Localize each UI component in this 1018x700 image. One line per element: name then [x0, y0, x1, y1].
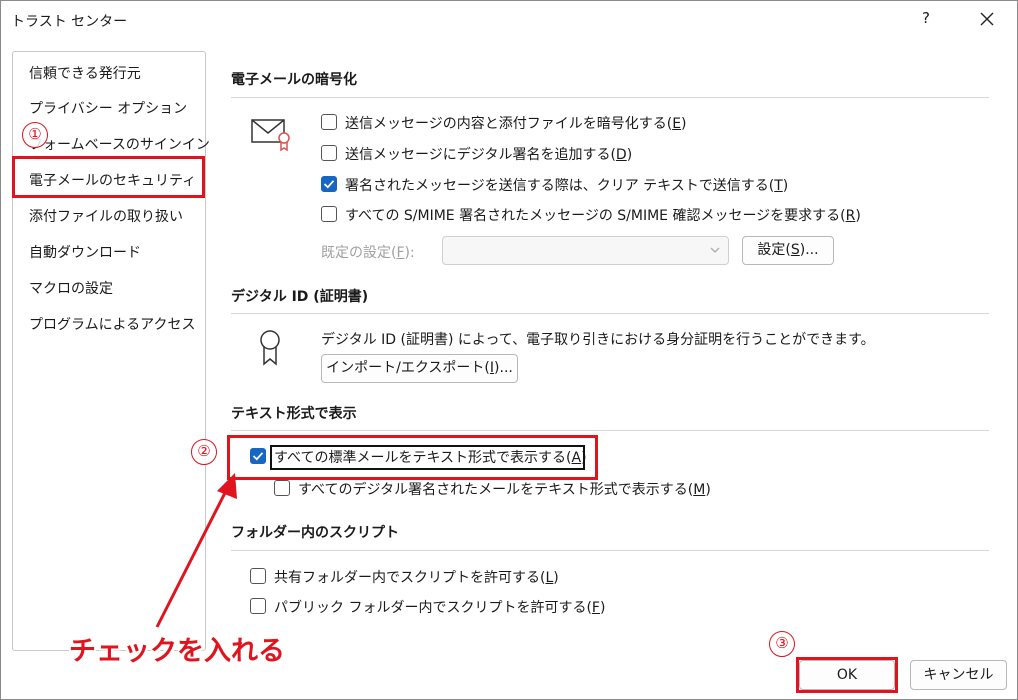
- red-arrow-icon: [155, 473, 237, 628]
- encryption-divider: [231, 97, 989, 98]
- encrypt-contents-label: 送信メッセージの内容と添付ファイルを暗号化する(E): [345, 116, 687, 132]
- default-setting-select[interactable]: [442, 236, 729, 265]
- digital-id-description: デジタル ID (証明書) によって、電子取り引きにおける身分証明を行うことがで…: [321, 332, 875, 348]
- digital-id-section-title: デジタル ID (証明書): [231, 289, 369, 305]
- folder-scripts-section-title: フォルダー内のスクリプト: [231, 525, 399, 541]
- public-folder-scripts-checkbox[interactable]: [250, 598, 266, 614]
- shared-folder-scripts-checkbox[interactable]: [250, 568, 266, 584]
- add-signature-label: 送信メッセージにデジタル署名を追加する(D): [345, 147, 633, 163]
- step1-marker: ①: [22, 122, 48, 148]
- encryption-section-title: 電子メールの暗号化: [231, 72, 357, 88]
- smime-receipt-checkbox[interactable]: [321, 206, 337, 222]
- close-icon: [980, 12, 994, 26]
- sidebar-item-programmatic-access[interactable]: プログラムによるアクセス: [29, 314, 195, 334]
- sidebar-item-form-based-signin[interactable]: フォームベースのサインイン: [29, 134, 210, 154]
- read-signed-plain-text-label: すべてのデジタル署名されたメールをテキスト形式で表示する(M): [298, 482, 711, 498]
- certified-mail-icon: [251, 119, 290, 152]
- sidebar-item-attachment-handling[interactable]: 添付ファイルの取り扱い: [29, 206, 183, 226]
- focus-rectangle: [270, 445, 585, 470]
- add-signature-checkbox[interactable]: [321, 145, 337, 161]
- import-export-button[interactable]: インポート/エクスポート(I)...: [321, 354, 518, 383]
- close-button[interactable]: [969, 5, 1005, 35]
- digital-id-divider: [231, 313, 989, 314]
- sidebar-item-automatic-download[interactable]: 自動ダウンロード: [29, 242, 141, 262]
- cancel-button[interactable]: キャンセル: [910, 660, 1007, 690]
- step1-highlight: [12, 156, 205, 198]
- folder-scripts-divider: [231, 550, 989, 551]
- step2-marker: ②: [191, 439, 217, 465]
- callout-text: チェックを入れる: [69, 636, 285, 667]
- checkmark-icon: [323, 180, 335, 189]
- title-bar: トラスト センター ?: [1, 1, 1017, 39]
- help-button[interactable]: ?: [916, 9, 936, 31]
- encrypt-contents-checkbox[interactable]: [321, 114, 337, 130]
- trust-center-dialog: トラスト センター ? 信頼できる発行元 プライバシー オプション フォームベー…: [0, 0, 1018, 700]
- plain-text-divider: [231, 430, 989, 431]
- settings-button[interactable]: 設定(S)...: [742, 236, 834, 265]
- default-setting-label: 既定の設定(F):: [321, 245, 415, 261]
- certificate-ribbon-icon: [260, 330, 280, 366]
- sidebar-item-macro-settings[interactable]: マクロの設定: [29, 278, 113, 298]
- sidebar-item-trusted-publishers[interactable]: 信頼できる発行元: [29, 63, 141, 83]
- clear-text-signed-label: 署名されたメッセージを送信する際は、クリア テキストで送信する(T): [345, 178, 789, 194]
- step3-marker: ③: [769, 631, 795, 657]
- shared-folder-scripts-label: 共有フォルダー内でスクリプトを許可する(L): [274, 570, 559, 586]
- window-title: トラスト センター: [11, 14, 128, 30]
- sidebar-item-privacy-options[interactable]: プライバシー オプション: [29, 98, 187, 118]
- chevron-down-icon: [710, 247, 720, 253]
- plain-text-section-title: テキスト形式で表示: [231, 406, 357, 422]
- smime-receipt-label: すべての S/MIME 署名されたメッセージの S/MIME 確認メッセージを要…: [345, 208, 861, 224]
- clear-text-signed-checkbox[interactable]: [321, 176, 337, 192]
- public-folder-scripts-label: パブリック フォルダー内でスクリプトを許可する(F): [274, 600, 606, 616]
- step3-highlight: [796, 657, 898, 693]
- read-signed-plain-text-checkbox[interactable]: [274, 480, 290, 496]
